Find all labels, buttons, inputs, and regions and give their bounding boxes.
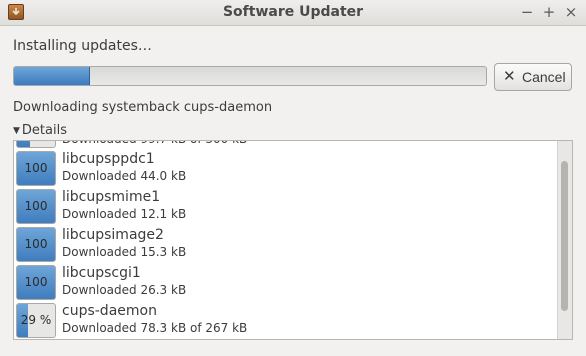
package-download-status: Downloaded 99.7 kB of 300 kB [62,141,247,146]
cancel-label: Cancel [522,69,566,85]
window-title: Software Updater [222,4,364,20]
close-icon: ✕ [503,68,516,85]
package-progress-bar: 100 % [16,227,56,262]
package-percent [17,141,55,147]
package-progress-bar [16,141,56,148]
scrollbar-thumb[interactable] [561,161,568,311]
package-name: libcupsppdc1 [62,151,155,167]
minimize-button[interactable]: − [518,3,536,21]
package-download-status: Downloaded 26.3 kB [62,283,187,297]
details-expander[interactable]: ▼ Details [13,123,67,138]
expander-triangle-icon: ▼ [13,126,20,136]
package-row: 100 % libcupsmime1 Downloaded 12.1 kB [14,187,559,225]
package-percent: 100 % [24,161,48,175]
package-name: cups-daemon [62,303,157,319]
maximize-button[interactable]: + [540,3,558,21]
current-action-label: Downloading systemback cups-daemon [13,100,273,115]
package-percent: 29 % [20,313,52,327]
package-list[interactable]: Downloaded 99.7 kB of 300 kB 100 % libcups… [13,140,573,340]
package-name: libcupsmime1 [62,189,161,205]
cancel-button[interactable]: ✕ Cancel [494,63,572,91]
package-download-status: Downloaded 44.0 kB [62,169,187,183]
package-row: 100 % libcupscgi1 Downloaded 26.3 kB [14,263,559,301]
details-label: Details [21,123,67,138]
package-percent: 100 % [24,237,48,251]
package-row: 100 % libcupsimage2 Downloaded 15.3 kB [14,225,559,263]
package-name: libcupsimage2 [62,227,164,243]
package-progress-bar: 100 % [16,265,56,300]
package-download-status: Downloaded 78.3 kB of 267 kB [62,321,248,335]
package-progress-bar: 100 % [16,189,56,224]
package-download-status: Downloaded 12.1 kB [62,207,187,221]
package-list-viewport: Downloaded 99.7 kB of 300 kB 100 % libcups… [14,141,559,339]
overall-progress-fill [14,67,90,85]
scrollbar[interactable] [557,141,572,339]
package-percent: 100 % [24,275,48,289]
package-row: 100 % libcupsppdc1 Downloaded 44.0 kB [14,149,559,187]
overall-progress-bar [13,66,487,86]
package-progress-bar: 29 % [16,303,56,338]
status-label: Installing updates… [13,38,152,54]
package-progress-bar: 100 % [16,151,56,186]
package-row: 29 % cups-daemon Downloaded 78.3 kB of 267… [14,301,559,339]
package-download-status: Downloaded 15.3 kB [62,245,187,259]
title-bar: Software Updater − + × [0,0,586,26]
close-window-button[interactable]: × [562,3,580,21]
package-percent: 100 % [24,199,48,213]
package-name: libcupscgi1 [62,265,141,281]
